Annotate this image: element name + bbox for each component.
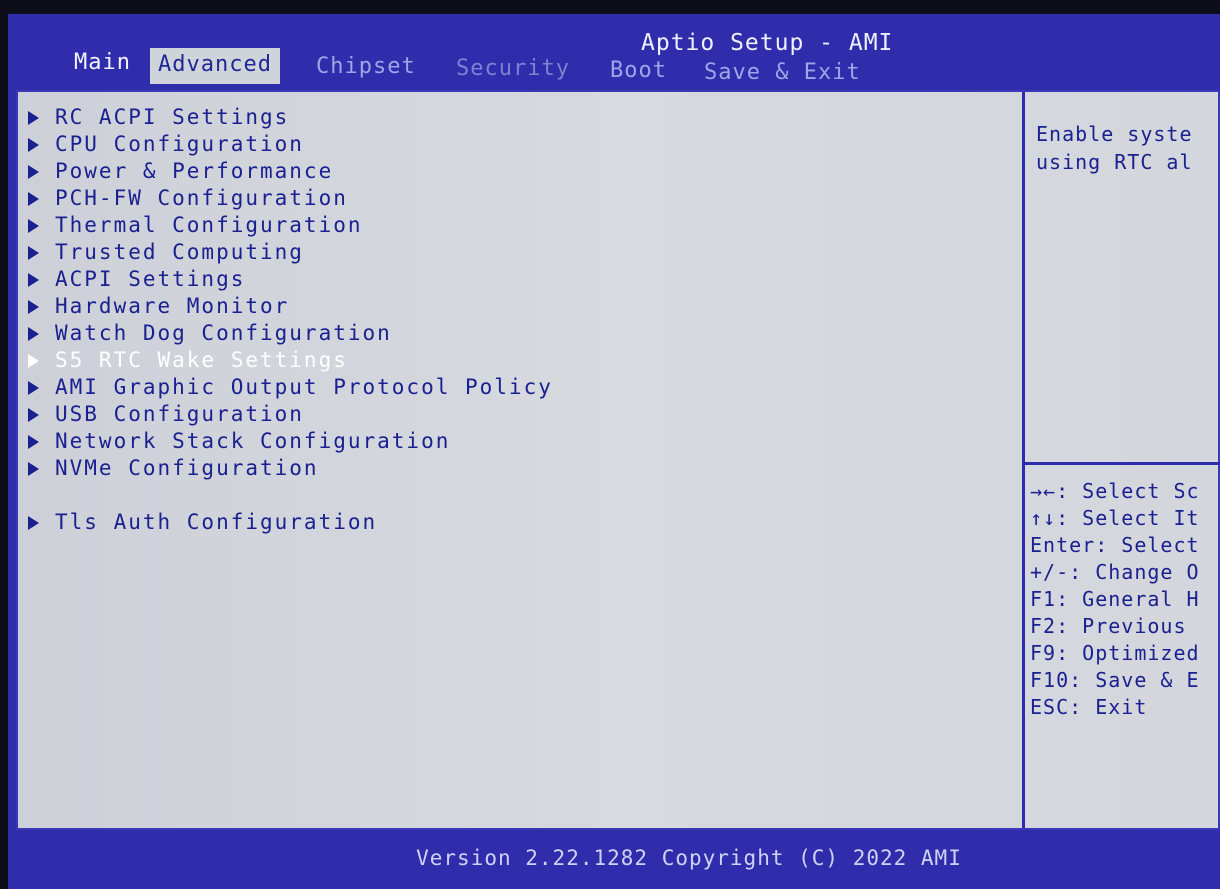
tab-boot[interactable]: Boot bbox=[602, 54, 675, 88]
tab-save-exit[interactable]: Save & Exit bbox=[696, 56, 869, 90]
menu-item-label: Watch Dog Configuration bbox=[55, 321, 392, 345]
version-footer: Version 2.22.1282 Copyright (C) 2022 AMI bbox=[416, 846, 962, 870]
menu-item-nvme-configuration[interactable]: NVMe Configuration bbox=[28, 455, 553, 482]
submenu-arrow-icon bbox=[28, 192, 39, 206]
tab-main[interactable]: Main bbox=[66, 46, 139, 80]
main-panel: RC ACPI Settings CPU Configuration Power… bbox=[16, 90, 1220, 830]
menu-item-label: NVMe Configuration bbox=[55, 456, 319, 480]
key-hint-f9: F9: Optimized bbox=[1030, 641, 1200, 665]
menu-item-label: Thermal Configuration bbox=[55, 213, 363, 237]
help-description: Enable syste using RTC al bbox=[1036, 120, 1220, 176]
menu-item-hardware-monitor[interactable]: Hardware Monitor bbox=[28, 293, 553, 320]
menu-item-network-stack-configuration[interactable]: Network Stack Configuration bbox=[28, 428, 553, 455]
key-hint-f10: F10: Save & E bbox=[1030, 668, 1200, 692]
help-line: Enable syste bbox=[1036, 122, 1193, 146]
menu-item-power-performance[interactable]: Power & Performance bbox=[28, 158, 553, 185]
menu-item-label: Power & Performance bbox=[55, 159, 334, 183]
menu-item-usb-configuration[interactable]: USB Configuration bbox=[28, 401, 553, 428]
submenu-arrow-icon bbox=[28, 219, 39, 233]
panel-divider-vertical bbox=[1022, 92, 1025, 828]
submenu-arrow-icon bbox=[28, 516, 39, 530]
submenu-arrow-icon bbox=[28, 273, 39, 287]
submenu-arrow-icon bbox=[28, 165, 39, 179]
submenu-arrow-icon bbox=[28, 138, 39, 152]
submenu-arrow-icon bbox=[28, 300, 39, 314]
tab-bar: Main Advanced Chipset Security Boot Save… bbox=[8, 44, 1220, 86]
key-hint-select-screen: →←: Select Sc bbox=[1030, 479, 1200, 503]
advanced-menu-list: RC ACPI Settings CPU Configuration Power… bbox=[28, 104, 553, 536]
bios-screen: Aptio Setup - AMI Main Advanced Chipset … bbox=[8, 14, 1220, 889]
menu-item-label: Tls Auth Configuration bbox=[55, 510, 378, 534]
menu-item-label: AMI Graphic Output Protocol Policy bbox=[55, 375, 553, 399]
panel-divider-horizontal bbox=[1025, 462, 1220, 465]
submenu-arrow-icon bbox=[28, 435, 39, 449]
key-hint-esc: ESC: Exit bbox=[1030, 695, 1148, 719]
submenu-arrow-icon bbox=[28, 354, 39, 368]
tab-chipset[interactable]: Chipset bbox=[308, 50, 424, 84]
menu-item-watch-dog-configuration[interactable]: Watch Dog Configuration bbox=[28, 320, 553, 347]
menu-item-label: Trusted Computing bbox=[55, 240, 304, 264]
submenu-arrow-icon bbox=[28, 111, 39, 125]
menu-item-label: RC ACPI Settings bbox=[55, 105, 290, 129]
menu-item-label: ACPI Settings bbox=[55, 267, 246, 291]
menu-item-trusted-computing[interactable]: Trusted Computing bbox=[28, 239, 553, 266]
menu-item-cpu-configuration[interactable]: CPU Configuration bbox=[28, 131, 553, 158]
menu-item-label: Hardware Monitor bbox=[55, 294, 290, 318]
menu-item-pch-fw-configuration[interactable]: PCH-FW Configuration bbox=[28, 185, 553, 212]
submenu-arrow-icon bbox=[28, 327, 39, 341]
key-hint-select-item: ↑↓: Select It bbox=[1030, 506, 1200, 530]
tab-advanced[interactable]: Advanced bbox=[150, 48, 280, 84]
menu-item-label: CPU Configuration bbox=[55, 132, 304, 156]
key-hint-f2: F2: Previous bbox=[1030, 614, 1187, 638]
menu-item-tls-auth-configuration[interactable]: Tls Auth Configuration bbox=[28, 509, 553, 536]
tab-security[interactable]: Security bbox=[448, 52, 578, 86]
submenu-arrow-icon bbox=[28, 462, 39, 476]
submenu-arrow-icon bbox=[28, 246, 39, 260]
menu-item-label: S5 RTC Wake Settings bbox=[55, 348, 348, 372]
submenu-arrow-icon bbox=[28, 381, 39, 395]
key-hint-f1: F1: General H bbox=[1030, 587, 1200, 611]
submenu-arrow-icon bbox=[28, 408, 39, 422]
key-hint-change-option: +/-: Change O bbox=[1030, 560, 1200, 584]
help-line: using RTC al bbox=[1036, 150, 1193, 174]
menu-item-acpi-settings[interactable]: ACPI Settings bbox=[28, 266, 553, 293]
key-legend: →←: Select Sc ↑↓: Select It Enter: Selec… bbox=[1030, 478, 1220, 721]
menu-item-label: USB Configuration bbox=[55, 402, 304, 426]
menu-item-rc-acpi-settings[interactable]: RC ACPI Settings bbox=[28, 104, 553, 131]
key-hint-enter: Enter: Select bbox=[1030, 533, 1200, 557]
menu-item-ami-graphic-output-protocol-policy[interactable]: AMI Graphic Output Protocol Policy bbox=[28, 374, 553, 401]
menu-item-thermal-configuration[interactable]: Thermal Configuration bbox=[28, 212, 553, 239]
menu-item-label: PCH-FW Configuration bbox=[55, 186, 348, 210]
menu-item-s5-rtc-wake-settings[interactable]: S5 RTC Wake Settings bbox=[28, 347, 553, 374]
menu-item-label: Network Stack Configuration bbox=[55, 429, 451, 453]
